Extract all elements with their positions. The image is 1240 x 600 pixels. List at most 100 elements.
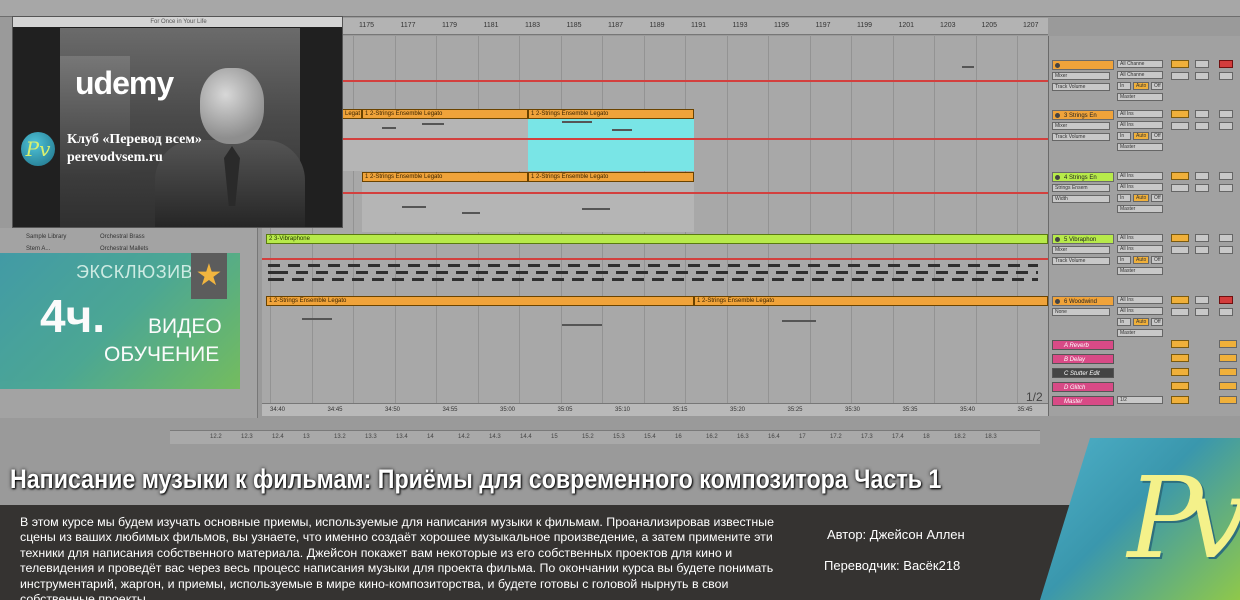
return-pre-button[interactable] xyxy=(1219,354,1237,362)
solo-button[interactable] xyxy=(1195,172,1209,180)
off-button[interactable]: Off xyxy=(1151,256,1163,264)
lane-track-4[interactable]: 1 2-Strings Ensemble Legato 1 2-Strings … xyxy=(262,172,1048,234)
pan-field[interactable] xyxy=(1195,122,1209,130)
volume-field[interactable] xyxy=(1171,122,1189,130)
input-channel-chooser[interactable]: All Channe xyxy=(1117,71,1163,79)
lane-track-2[interactable] xyxy=(262,36,1048,106)
return-pre-button[interactable] xyxy=(1219,382,1237,390)
clip-strings-2[interactable]: 1 2-Strings Ensemble Legato xyxy=(528,109,694,119)
clip-strings-3[interactable]: 1 2-Strings Ensemble Legato xyxy=(362,172,528,182)
device-chooser[interactable]: Mixer xyxy=(1052,72,1110,80)
automation-line[interactable] xyxy=(262,192,1048,194)
return-activator[interactable] xyxy=(1171,396,1189,404)
mixer-panel[interactable]: Mixer Track Volume All Channe All Channe In A… xyxy=(1048,36,1240,416)
arm-button[interactable] xyxy=(1219,60,1233,68)
solo-button[interactable] xyxy=(1195,296,1209,304)
send-field[interactable] xyxy=(1219,308,1233,316)
track-activator[interactable] xyxy=(1171,172,1189,180)
arm-button[interactable] xyxy=(1219,234,1233,242)
in-button[interactable]: In xyxy=(1117,256,1131,264)
clip-woodwind-1[interactable]: 1 2-Strings Ensemble Legato xyxy=(266,296,694,306)
in-button[interactable]: In xyxy=(1117,194,1131,202)
input-chooser[interactable]: All Ins xyxy=(1117,110,1163,118)
lane-track-3[interactable]: Legat 1 2-Strings Ensemble Legato 1 2-St… xyxy=(262,109,1048,171)
track-activator[interactable] xyxy=(1171,296,1189,304)
track-activator[interactable] xyxy=(1171,110,1189,118)
send-field[interactable] xyxy=(1219,184,1233,192)
in-button[interactable]: In xyxy=(1117,132,1131,140)
input-chooser[interactable]: All Ins xyxy=(1117,172,1163,180)
output-chooser[interactable]: Master xyxy=(1117,267,1163,275)
clip-strings-prefix[interactable]: Legat xyxy=(342,109,362,119)
time-ruler[interactable]: 34:40 34:45 34:50 34:55 35:00 35:05 35:10 35:15… xyxy=(262,403,1048,416)
off-button[interactable]: Off xyxy=(1151,194,1163,202)
automation-line[interactable] xyxy=(262,258,1048,260)
return-track-header[interactable]: Master xyxy=(1052,396,1114,406)
output-chooser[interactable]: Master xyxy=(1117,93,1163,101)
return-pre-button[interactable] xyxy=(1219,368,1237,376)
track-header[interactable]: 3 Strings En xyxy=(1052,110,1114,120)
off-button[interactable]: Off xyxy=(1151,318,1163,326)
input-channel-chooser[interactable]: All Ins xyxy=(1117,245,1163,253)
param-chooser[interactable]: Track Volume xyxy=(1052,83,1110,91)
automation-line[interactable] xyxy=(262,138,1048,140)
return-pre-button[interactable] xyxy=(1219,396,1237,404)
clip-strings-4[interactable]: 1 2-Strings Ensemble Legato xyxy=(528,172,694,182)
return-pre-button[interactable] xyxy=(1219,340,1237,348)
device-chooser[interactable]: Strings Ensem xyxy=(1052,184,1110,192)
arm-button[interactable] xyxy=(1219,296,1233,304)
input-chooser[interactable]: All Ins xyxy=(1117,234,1163,242)
browser-item[interactable]: Orchestral Brass xyxy=(100,234,145,240)
arm-button[interactable] xyxy=(1219,110,1233,118)
param-chooser[interactable]: Track Volume xyxy=(1052,257,1110,265)
input-channel-chooser[interactable]: All Ins xyxy=(1117,307,1163,315)
solo-button[interactable] xyxy=(1195,110,1209,118)
volume-field[interactable] xyxy=(1171,72,1189,80)
pan-field[interactable] xyxy=(1195,246,1209,254)
time-selection[interactable] xyxy=(528,119,694,171)
solo-button[interactable] xyxy=(1195,60,1209,68)
return-track-header[interactable]: D Glitch xyxy=(1052,382,1114,392)
auto-button[interactable]: Auto xyxy=(1133,318,1149,326)
browser-item[interactable]: Orchestral Mallets xyxy=(100,246,148,252)
send-field[interactable] xyxy=(1219,72,1233,80)
pan-field[interactable] xyxy=(1195,72,1209,80)
clip-woodwind-2[interactable]: 1 2-Strings Ensemble Legato xyxy=(694,296,1048,306)
auto-button[interactable]: Auto xyxy=(1133,256,1149,264)
clip-body[interactable] xyxy=(342,119,528,171)
auto-button[interactable]: Auto xyxy=(1133,194,1149,202)
volume-field[interactable] xyxy=(1171,246,1189,254)
video-player[interactable]: For Once in Your Life udemy Pv Клуб «Пер… xyxy=(12,16,343,228)
arrangement-view[interactable]: Legat 1 2-Strings Ensemble Legato 1 2-St… xyxy=(262,36,1048,403)
return-track-header[interactable]: C Stutter Edit xyxy=(1052,368,1114,378)
device-chooser[interactable]: Mixer xyxy=(1052,122,1110,130)
pan-field[interactable] xyxy=(1195,308,1209,316)
in-button[interactable]: In xyxy=(1117,82,1131,90)
volume-field[interactable] xyxy=(1171,308,1189,316)
track-activator[interactable] xyxy=(1171,60,1189,68)
input-chooser[interactable]: All Ins xyxy=(1117,296,1163,304)
pan-field[interactable] xyxy=(1195,184,1209,192)
input-channel-chooser[interactable]: All Ins xyxy=(1117,121,1163,129)
device-chooser[interactable]: Mixer xyxy=(1052,246,1110,254)
lane-track-6[interactable]: 1 2-Strings Ensemble Legato 1 2-Strings … xyxy=(262,296,1048,403)
lane-track-5[interactable]: 2 3-Vibraphone xyxy=(262,234,1048,296)
input-channel-chooser[interactable]: All Ins xyxy=(1117,183,1163,191)
track-activator[interactable] xyxy=(1171,234,1189,242)
clip-strings-1[interactable]: 1 2-Strings Ensemble Legato xyxy=(362,109,528,119)
lower-bar-ruler[interactable]: 12.2 12.3 12.4 13 13.2 13.3 13.4 14 14.2 14.3 14.4… xyxy=(170,430,1040,444)
param-chooser[interactable]: Width xyxy=(1052,195,1110,203)
return-activator[interactable] xyxy=(1171,368,1189,376)
input-chooser[interactable]: All Channe xyxy=(1117,60,1163,68)
automation-line[interactable] xyxy=(262,80,1048,82)
off-button[interactable]: Off xyxy=(1151,132,1163,140)
volume-field[interactable] xyxy=(1171,184,1189,192)
return-track-header[interactable]: A Reverb xyxy=(1052,340,1114,350)
return-activator[interactable] xyxy=(1171,382,1189,390)
bar-ruler[interactable]: 1175 1177 1179 1181 1183 1185 1187 1189 1191 1193… xyxy=(343,18,1048,35)
track-header[interactable]: 6 Woodwind xyxy=(1052,296,1114,306)
arm-button[interactable] xyxy=(1219,172,1233,180)
master-ratio[interactable]: 1/2 xyxy=(1117,396,1163,404)
auto-button[interactable]: Auto xyxy=(1133,132,1149,140)
output-chooser[interactable]: Master xyxy=(1117,143,1163,151)
